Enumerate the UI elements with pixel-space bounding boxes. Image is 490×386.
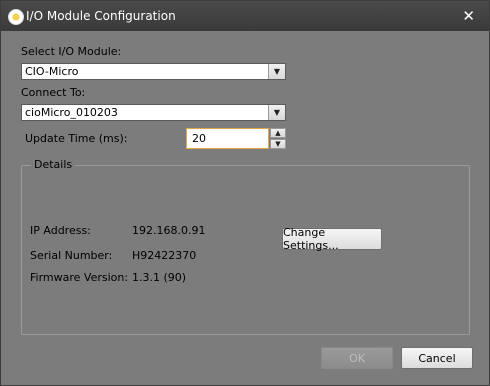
- change-settings-button[interactable]: Change Settings...: [282, 226, 382, 252]
- ip-address-label: IP Address:: [30, 224, 91, 237]
- select-module-label: Select I/O Module:: [21, 45, 122, 58]
- update-time-input[interactable]: 20: [186, 128, 269, 149]
- firmware-version-label: Firmware Version:: [30, 271, 129, 284]
- update-time-label: Update Time (ms):: [25, 132, 128, 145]
- firmware-version-value: 1.3.1 (90): [132, 271, 187, 284]
- select-module-dropdown[interactable]: CIO-Micro ▼: [21, 63, 286, 80]
- dialog-window: I/O Module Configuration ✕ Select I/O Mo…: [0, 0, 490, 386]
- serial-number-value: H92422370: [132, 249, 197, 262]
- select-module-value: CIO-Micro: [25, 65, 79, 78]
- ok-button[interactable]: OK: [321, 347, 393, 369]
- connect-to-label: Connect To:: [21, 86, 86, 99]
- serial-number-label: Serial Number:: [30, 249, 113, 262]
- app-icon: [8, 9, 24, 25]
- title-bar: I/O Module Configuration ✕: [1, 1, 489, 31]
- chevron-down-icon[interactable]: ▼: [268, 64, 285, 79]
- ip-address-value: 192.168.0.91: [132, 224, 206, 237]
- details-group-title: Details: [31, 158, 76, 171]
- connect-to-dropdown[interactable]: cioMicro_010203 ▼: [21, 104, 286, 121]
- spin-down-button[interactable]: ▼: [270, 139, 286, 149]
- cancel-button[interactable]: Cancel: [401, 347, 473, 369]
- chevron-down-icon[interactable]: ▼: [268, 105, 285, 120]
- spin-up-button[interactable]: ▲: [270, 128, 286, 138]
- close-icon[interactable]: ✕: [462, 7, 475, 25]
- update-time-value: 20: [192, 132, 206, 145]
- connect-to-value: cioMicro_010203: [25, 106, 118, 119]
- window-title: I/O Module Configuration: [26, 9, 176, 23]
